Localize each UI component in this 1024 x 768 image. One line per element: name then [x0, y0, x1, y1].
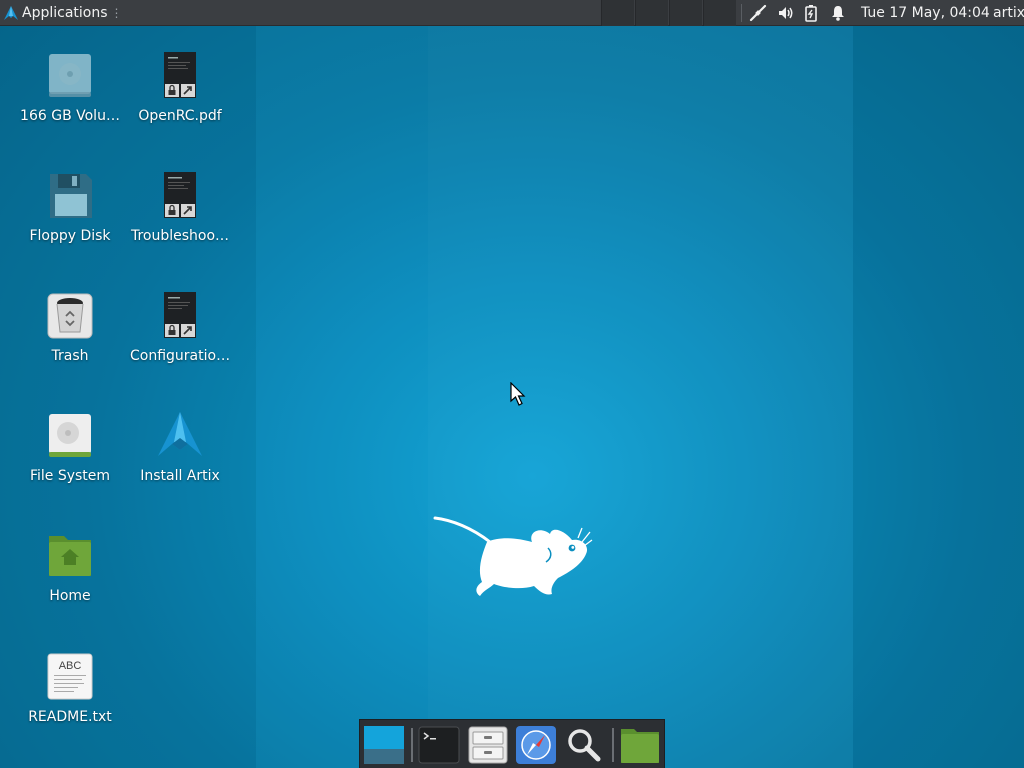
- web-browser-button[interactable]: [515, 725, 557, 765]
- workspace-3[interactable]: [669, 0, 702, 26]
- workspace-1[interactable]: [601, 0, 634, 26]
- desktop-icon-troubleshooting[interactable]: Troubleshoo…: [130, 172, 230, 244]
- web-browser-icon: [516, 726, 556, 764]
- readme-preview-text: ABC: [59, 660, 82, 672]
- desktop-icon-label: Install Artix: [140, 468, 220, 484]
- search-icon: [568, 729, 601, 762]
- wallpaper-band: [256, 26, 428, 768]
- top-panel: Applications ⋮ Tue 17 May, 04:04 artix: [0, 0, 1024, 26]
- desktop-icon-label: Troubleshoo…: [130, 228, 230, 244]
- desktop-icon-volume[interactable]: 166 GB Volu…: [20, 52, 120, 124]
- desktop-icon-readme[interactable]: ABC README.txt: [20, 653, 120, 725]
- xfce-mouse-logo-icon: [433, 516, 593, 596]
- network-wired-icon[interactable]: [748, 3, 768, 23]
- applications-menu-button[interactable]: Applications ⋮: [0, 0, 123, 26]
- desktop-icon-label: 166 GB Volu…: [20, 108, 120, 124]
- wallpaper-band: [853, 26, 1024, 768]
- trash-icon: [46, 292, 94, 340]
- desktop-icon-openrc-pdf[interactable]: OpenRC.pdf: [130, 52, 230, 124]
- panel-separator: [741, 4, 742, 22]
- clock[interactable]: Tue 17 May, 04:04: [861, 0, 990, 26]
- notification-bell-icon[interactable]: [828, 3, 848, 23]
- desktop-icon-trash[interactable]: Trash: [20, 292, 120, 364]
- desktop-icon-label: README.txt: [28, 709, 112, 725]
- file-manager-button[interactable]: [467, 725, 509, 765]
- desktop-icon-label: File System: [29, 468, 111, 484]
- desktop-icon-floppy[interactable]: Floppy Disk: [20, 172, 120, 244]
- workspace-4[interactable]: [703, 0, 736, 26]
- search-button[interactable]: [563, 725, 605, 765]
- floppy-disk-icon: [46, 172, 94, 220]
- document-icon: [156, 172, 204, 220]
- desktop-icon-filesystem[interactable]: File System: [20, 412, 120, 484]
- desktop-icon-label: Configuratio…: [130, 348, 231, 364]
- desktop-icon-label: Trash: [51, 348, 89, 364]
- desktop-icon-label: Home: [49, 588, 91, 604]
- volume-icon[interactable]: [776, 3, 796, 23]
- dock: [359, 719, 665, 768]
- battery-icon[interactable]: [801, 3, 821, 23]
- document-icon: [156, 292, 204, 340]
- artix-logo-icon: [156, 412, 204, 460]
- show-desktop-button[interactable]: [363, 725, 405, 765]
- workspace-2[interactable]: [635, 0, 668, 26]
- artix-logo-icon: [4, 6, 18, 20]
- harddisk-icon: [46, 412, 94, 460]
- desktop-icon-install-artix[interactable]: Install Artix: [130, 412, 230, 484]
- text-file-icon: ABC: [46, 653, 94, 701]
- home-folder-icon: [46, 532, 94, 580]
- applications-label: Applications: [22, 5, 108, 21]
- desktop-icon-home[interactable]: Home: [20, 532, 120, 604]
- folder-button[interactable]: [619, 725, 661, 765]
- folder-icon: [621, 729, 659, 763]
- dock-separator: [411, 728, 413, 762]
- terminal-icon: [418, 726, 460, 764]
- file-manager-icon: [468, 726, 508, 764]
- desktop-icon-label: OpenRC.pdf: [138, 108, 222, 124]
- user-menu[interactable]: artix: [993, 0, 1024, 26]
- desktop-icon-configuration[interactable]: Configuratio…: [130, 292, 230, 364]
- drive-icon: [46, 52, 94, 100]
- wallpaper-band: [428, 26, 853, 768]
- pdf-document-icon: [156, 52, 204, 100]
- desktop-icon-label: Floppy Disk: [29, 228, 111, 244]
- terminal-button[interactable]: [418, 725, 460, 765]
- show-desktop-icon: [364, 726, 404, 764]
- dock-separator: [612, 728, 614, 762]
- mouse-pointer-icon: [510, 382, 526, 406]
- drag-handle-icon[interactable]: ⋮: [111, 6, 123, 20]
